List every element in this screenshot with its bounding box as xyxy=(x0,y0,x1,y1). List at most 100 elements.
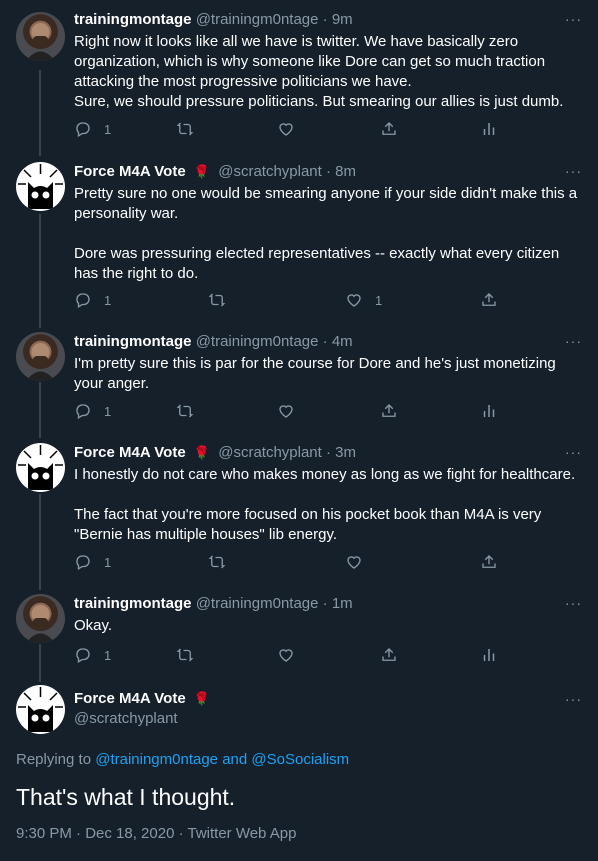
tweet-text: I honestly do not care who makes money a… xyxy=(74,465,584,545)
timestamp[interactable]: · 1m xyxy=(323,595,353,612)
avatar[interactable] xyxy=(16,443,65,492)
more-dots-icon[interactable]: ··· xyxy=(565,12,582,26)
timestamp[interactable]: · 4m xyxy=(323,333,353,350)
display-name[interactable]: Force M4A Vote xyxy=(74,444,186,461)
like-button[interactable] xyxy=(345,553,363,571)
reply-button[interactable]: 1 xyxy=(74,402,111,420)
heart-icon xyxy=(279,649,293,662)
tweet-text: Okay. xyxy=(74,617,113,634)
reply-button[interactable]: 1 xyxy=(74,291,111,309)
timestamp[interactable]: · 3m xyxy=(326,444,356,461)
reply-icon xyxy=(76,555,90,570)
heart-icon xyxy=(347,556,361,569)
mention-link[interactable]: @trainingm0ntage xyxy=(95,751,218,768)
action-bar: 1 xyxy=(74,120,594,140)
reply-button[interactable]: 1 xyxy=(74,120,111,138)
heart-icon xyxy=(279,405,293,418)
reply-count: 1 xyxy=(104,121,112,137)
retweet-button[interactable] xyxy=(176,120,194,138)
share-button[interactable] xyxy=(380,120,398,138)
share-icon xyxy=(382,122,396,135)
share-button[interactable] xyxy=(380,402,398,420)
tweet-header: trainingmontage @trainingm0ntage · 9m xyxy=(74,10,353,30)
like-button[interactable] xyxy=(277,402,295,420)
reply-tweet[interactable]: trainingmontage @trainingm0ntage · 1m ··… xyxy=(0,584,598,674)
timestamp[interactable]: · 9m xyxy=(323,11,353,28)
retweet-button[interactable] xyxy=(208,553,226,571)
retweet-icon xyxy=(208,293,226,307)
reply-button[interactable]: 1 xyxy=(74,553,111,571)
action-bar: 1 1 xyxy=(74,291,594,311)
tweet-text-line: Dore was pressuring elected representati… xyxy=(74,245,560,282)
like-button[interactable]: 1 xyxy=(345,291,382,309)
reply-count: 1 xyxy=(104,292,112,308)
more-dots-icon[interactable]: ··· xyxy=(565,164,582,178)
user-handle[interactable]: @trainingm0ntage xyxy=(196,595,319,612)
action-bar: 1 xyxy=(74,646,594,666)
tweet-text: I'm pretty sure this is par for the cour… xyxy=(74,355,556,392)
reply-tweet[interactable]: trainingmontage @trainingm0ntage · 4m ··… xyxy=(0,322,598,432)
retweet-button[interactable] xyxy=(208,291,226,309)
action-bar: 1 xyxy=(74,553,594,573)
more-dots-icon[interactable]: ··· xyxy=(565,445,582,459)
avatar[interactable] xyxy=(16,685,65,734)
display-name[interactable]: trainingmontage xyxy=(74,11,192,28)
avatar[interactable] xyxy=(16,332,65,381)
reply-button[interactable]: 1 xyxy=(74,646,111,664)
reply-icon xyxy=(76,648,90,663)
display-name[interactable]: Force M4A Vote xyxy=(74,690,186,707)
reply-icon xyxy=(76,404,90,419)
more-dots-icon[interactable]: ··· xyxy=(565,334,582,348)
analytics-button[interactable] xyxy=(480,646,498,664)
analytics-button[interactable] xyxy=(480,120,498,138)
avatar[interactable] xyxy=(16,162,65,211)
reply-count: 1 xyxy=(104,554,112,570)
share-button[interactable] xyxy=(480,553,498,571)
tweet-text-line: The fact that you're more focused on his… xyxy=(74,506,542,543)
share-icon xyxy=(482,293,496,306)
mention-link[interactable]: @SoSocialism xyxy=(251,751,349,768)
like-button[interactable] xyxy=(277,120,295,138)
reply-tweet[interactable]: Force M4A Vote 🌹 @scratchyplant · 3m ···… xyxy=(0,433,598,583)
rose-emoji: 🌹 xyxy=(193,691,211,706)
user-handle[interactable]: @scratchyplant xyxy=(74,709,178,729)
retweet-icon xyxy=(176,648,194,662)
more-dots-icon[interactable]: ··· xyxy=(565,692,582,706)
user-handle[interactable]: @trainingm0ntage xyxy=(196,333,319,350)
retweet-icon xyxy=(208,555,226,569)
tweet-header: trainingmontage @trainingm0ntage · 1m xyxy=(74,594,353,614)
retweet-button[interactable] xyxy=(176,646,194,664)
timestamp[interactable]: · 8m xyxy=(326,163,356,180)
retweet-button[interactable] xyxy=(176,402,194,420)
share-icon xyxy=(382,404,396,417)
share-button[interactable] xyxy=(480,291,498,309)
analytics-button[interactable] xyxy=(480,402,498,420)
reply-count: 1 xyxy=(104,403,112,419)
display-name[interactable]: trainingmontage xyxy=(74,333,192,350)
tweet-header: Force M4A Vote 🌹 xyxy=(74,689,214,709)
display-name[interactable]: Force M4A Vote xyxy=(74,163,186,180)
heart-icon xyxy=(347,294,361,307)
tweet-text-line: Right now it looks like all we have is t… xyxy=(74,33,546,90)
user-handle[interactable]: @trainingm0ntage xyxy=(196,11,319,28)
avatar[interactable] xyxy=(16,12,65,61)
like-count: 1 xyxy=(375,292,383,308)
more-dots-icon[interactable]: ··· xyxy=(565,596,582,610)
tweet-header: Force M4A Vote 🌹 @scratchyplant · 3m xyxy=(74,443,356,463)
reply-tweet[interactable]: Force M4A Vote 🌹 @scratchyplant · 8m ···… xyxy=(0,152,598,322)
share-button[interactable] xyxy=(380,646,398,664)
share-icon xyxy=(482,555,496,568)
mention-conjunction: and xyxy=(222,751,248,768)
user-handle[interactable]: @scratchyplant xyxy=(218,444,322,461)
like-button[interactable] xyxy=(277,646,295,664)
replying-prefix: Replying to xyxy=(16,751,92,768)
display-name[interactable]: trainingmontage xyxy=(74,595,192,612)
tweet-text-line: Pretty sure no one would be smearing any… xyxy=(74,185,578,222)
user-handle[interactable]: @scratchyplant xyxy=(218,163,322,180)
reply-tweet[interactable]: trainingmontage @trainingm0ntage · 9m ··… xyxy=(0,0,598,150)
rose-emoji: 🌹 xyxy=(193,164,211,179)
reply-icon xyxy=(76,293,90,308)
tweet-timestamp[interactable]: 9:30 PM · Dec 18, 2020 · Twitter Web App xyxy=(16,825,296,842)
avatar[interactable] xyxy=(16,594,65,643)
analytics-icon xyxy=(483,405,495,417)
